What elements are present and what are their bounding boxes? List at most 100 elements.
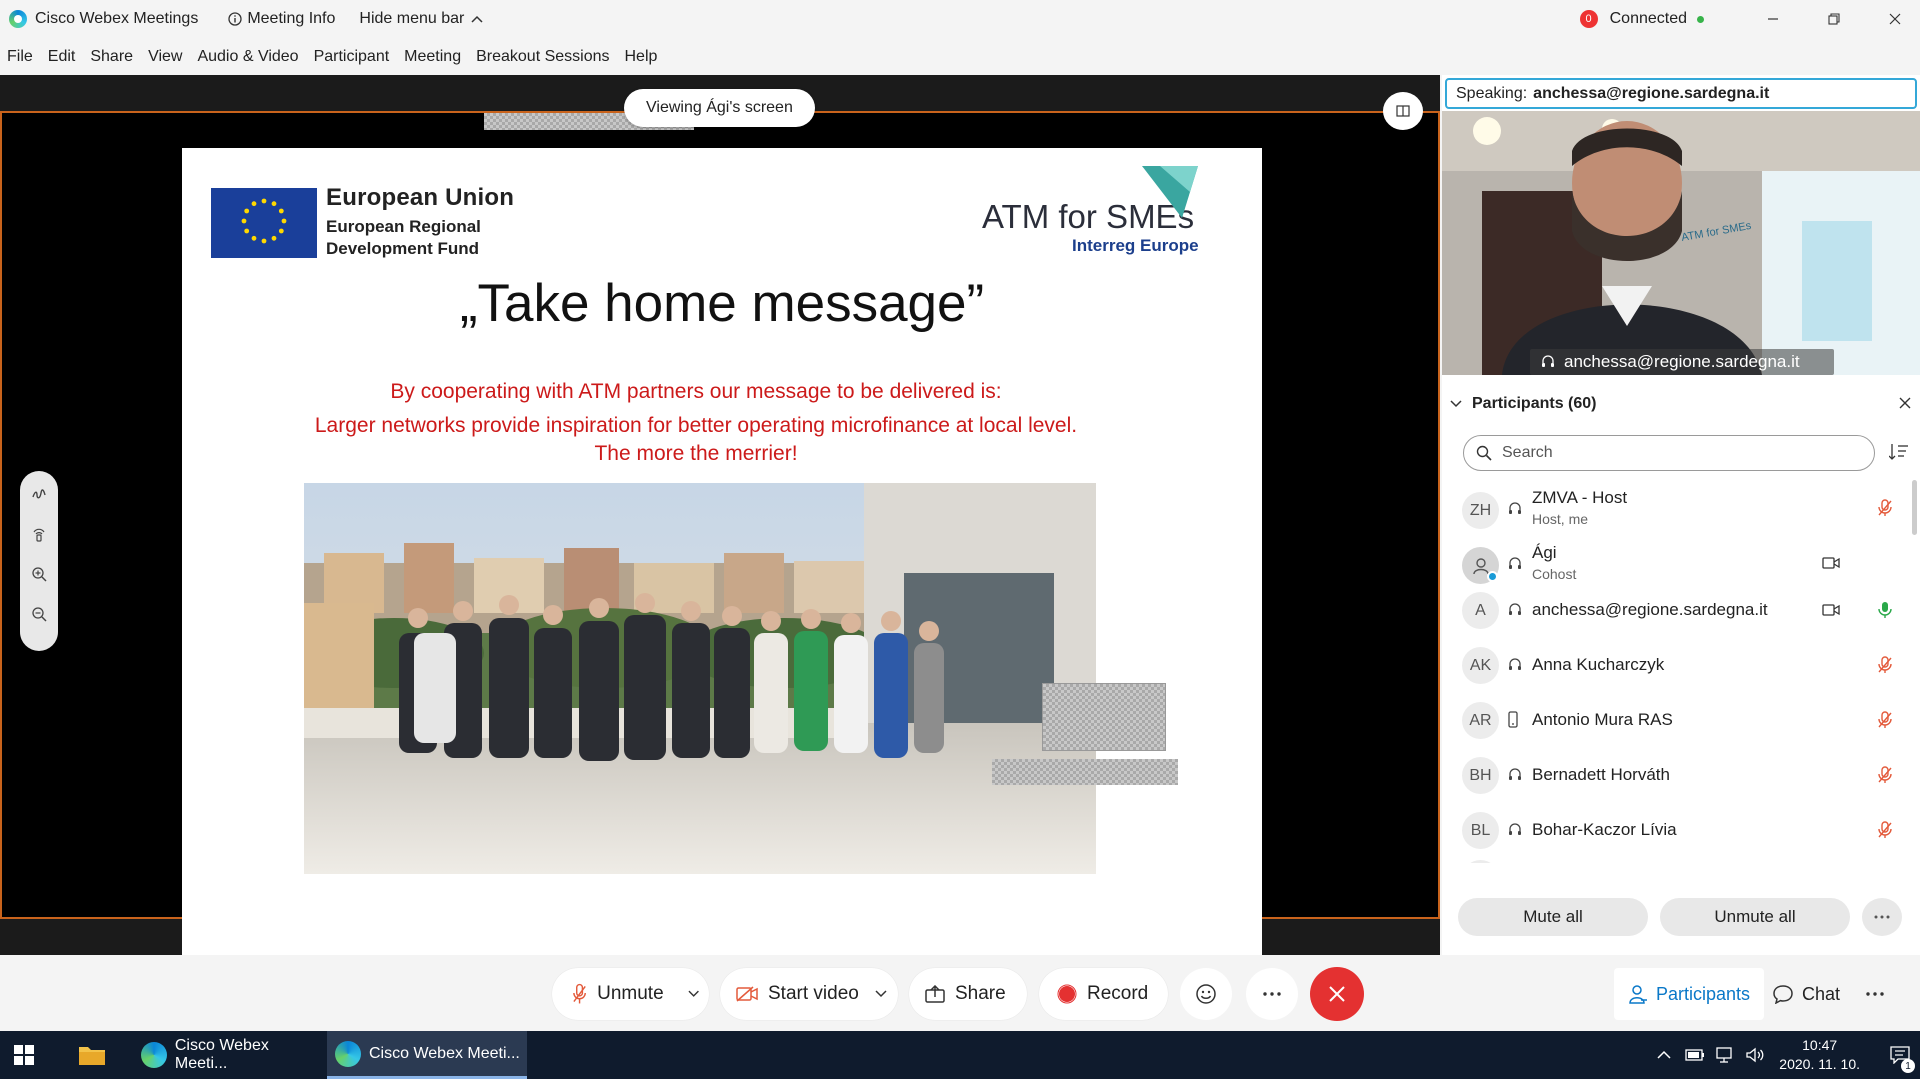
mute-all-button[interactable]: Mute all: [1458, 898, 1648, 936]
chevron-up-icon[interactable]: [1657, 1050, 1671, 1060]
participant-row[interactable]: ZH ZMVA - Host Host, me: [1442, 480, 1912, 536]
video-camera-icon[interactable]: [1822, 604, 1840, 616]
speaking-label: Speaking:: [1456, 84, 1528, 102]
mic-muted-icon[interactable]: [1878, 499, 1892, 517]
participant-search-input[interactable]: Search: [1463, 435, 1875, 471]
zoom-out-button[interactable]: [29, 603, 49, 625]
participant-more-button[interactable]: [1862, 898, 1902, 936]
menu-audio-video[interactable]: Audio & Video: [197, 48, 298, 66]
annotate-pen-button[interactable]: [29, 483, 49, 505]
mic-muted-icon[interactable]: [1878, 711, 1892, 729]
connection-badge[interactable]: 0: [1579, 10, 1598, 28]
close-panel-icon[interactable]: [1898, 396, 1912, 410]
minimize-button[interactable]: [1754, 4, 1792, 34]
leave-meeting-button[interactable]: [1310, 967, 1364, 1021]
participant-role: Host, me: [1532, 511, 1589, 527]
video-camera-icon[interactable]: [1822, 557, 1840, 569]
windows-taskbar: Cisco Webex Meeti... Cisco Webex Meeti..…: [0, 1031, 1920, 1079]
participant-list-scrollbar[interactable]: [1912, 480, 1917, 535]
folder-icon: [79, 1047, 105, 1065]
participants-tab[interactable]: Participants: [1614, 968, 1764, 1020]
menu-participant[interactable]: Participant: [314, 48, 390, 66]
app-name: Cisco Webex Meetings: [35, 10, 199, 27]
participant-row[interactable]: BM: [1442, 858, 1912, 863]
taskbar-webex-2[interactable]: Cisco Webex Meeti...: [327, 1031, 527, 1079]
presentation-slide: European Union European Regional Develop…: [182, 148, 1262, 955]
emoji-icon: [1196, 984, 1216, 1004]
more-icon: [1874, 915, 1890, 919]
taskbar-task-1-label: Cisco Webex Meeti...: [174, 1037, 269, 1072]
menu-view[interactable]: View: [148, 48, 182, 66]
presenter-badge-icon: [1487, 571, 1498, 582]
layout-toggle-button[interactable]: [1383, 92, 1423, 130]
menu-breakout-sessions[interactable]: Breakout Sessions: [476, 48, 609, 66]
chat-tab-label: Chat: [1802, 983, 1841, 1004]
participant-role: Cohost: [1532, 566, 1577, 582]
volume-icon[interactable]: [1745, 1047, 1765, 1063]
menu-file[interactable]: File: [7, 48, 33, 66]
mic-muted-icon[interactable]: [1878, 766, 1892, 784]
unmute-all-button[interactable]: Unmute all: [1660, 898, 1850, 936]
menu-help[interactable]: Help: [625, 48, 658, 66]
active-speaker-bar: Speaking: anchessa@regione.sardegna.it: [1445, 78, 1917, 109]
hide-menu-bar-button[interactable]: Hide menu bar: [359, 10, 489, 28]
network-icon[interactable]: [1715, 1047, 1735, 1063]
participants-title: Participants (60): [1472, 395, 1597, 412]
info-icon: [228, 12, 242, 26]
start-button[interactable]: [14, 1031, 48, 1079]
restore-button[interactable]: [1815, 4, 1853, 34]
close-window-button[interactable]: [1876, 4, 1914, 34]
participant-name: anchessa@regione.sardegna.it: [1532, 600, 1768, 619]
masked-region-bottom: [992, 759, 1178, 785]
clock-date: 2020. 11. 10.: [1779, 1056, 1860, 1072]
panel-options-button[interactable]: [1866, 968, 1892, 1020]
participant-row[interactable]: AK Anna Kucharczyk: [1442, 645, 1912, 701]
participant-row[interactable]: Ági Cohost: [1442, 535, 1912, 591]
participant-row[interactable]: A anchessa@regione.sardegna.it: [1442, 590, 1912, 646]
avatar: A: [1462, 592, 1499, 629]
taskbar-webex-1[interactable]: Cisco Webex Meeti...: [133, 1031, 325, 1079]
record-icon: [1057, 984, 1077, 1004]
reactions-button[interactable]: [1180, 968, 1232, 1020]
zoom-in-button[interactable]: [29, 563, 49, 585]
mic-active-icon[interactable]: [1878, 601, 1892, 619]
more-options-button[interactable]: [1246, 968, 1298, 1020]
pen-icon: [32, 489, 46, 499]
start-video-button[interactable]: Start video: [720, 968, 898, 1020]
avatar: ZH: [1462, 492, 1499, 529]
file-explorer-button[interactable]: [78, 1031, 112, 1079]
chevron-down-icon[interactable]: [875, 990, 887, 998]
unmute-button[interactable]: Unmute: [552, 968, 709, 1020]
participant-name: Antonio Mura RAS: [1532, 710, 1673, 729]
menu-share[interactable]: Share: [90, 48, 133, 66]
share-button[interactable]: Share: [909, 968, 1027, 1020]
participant-row[interactable]: BH Bernadett Horváth: [1442, 755, 1912, 811]
action-center-button[interactable]: 1: [1880, 1031, 1920, 1079]
share-icon: [925, 985, 945, 1003]
share-label: Share: [955, 983, 1006, 1004]
speaker-video[interactable]: ATM for SMEs anchessa@regione.sardegna.i…: [1442, 111, 1920, 375]
meeting-info-button[interactable]: Meeting Info: [228, 10, 335, 28]
group-photo: [304, 483, 1096, 874]
sort-icon[interactable]: [1889, 443, 1909, 461]
chat-tab[interactable]: Chat: [1772, 968, 1840, 1020]
participants-header[interactable]: Participants (60): [1450, 390, 1912, 418]
battery-icon[interactable]: [1685, 1048, 1705, 1062]
menu-edit[interactable]: Edit: [48, 48, 76, 66]
taskbar-clock[interactable]: 10:47 2020. 11. 10.: [1779, 1036, 1860, 1074]
app-title: Cisco Webex Meetings: [9, 10, 198, 28]
remote-control-button[interactable]: [29, 523, 49, 545]
mic-muted-icon[interactable]: [1878, 821, 1892, 839]
avatar: BL: [1462, 812, 1499, 849]
shared-screen-frame: European Union European Regional Develop…: [0, 111, 1440, 955]
mic-muted-icon[interactable]: [1878, 656, 1892, 674]
chevron-down-icon[interactable]: [688, 990, 699, 998]
zoom-in-icon: [32, 567, 47, 582]
annotation-toolbar: [20, 471, 58, 651]
record-button[interactable]: Record: [1039, 968, 1168, 1020]
participant-row[interactable]: AR Antonio Mura RAS: [1442, 700, 1912, 756]
avatar: BH: [1462, 757, 1499, 794]
menu-meeting[interactable]: Meeting: [404, 48, 461, 66]
participant-row[interactable]: BL Bohar-Kaczor Lívia: [1442, 810, 1912, 863]
start-video-label: Start video: [768, 983, 859, 1004]
